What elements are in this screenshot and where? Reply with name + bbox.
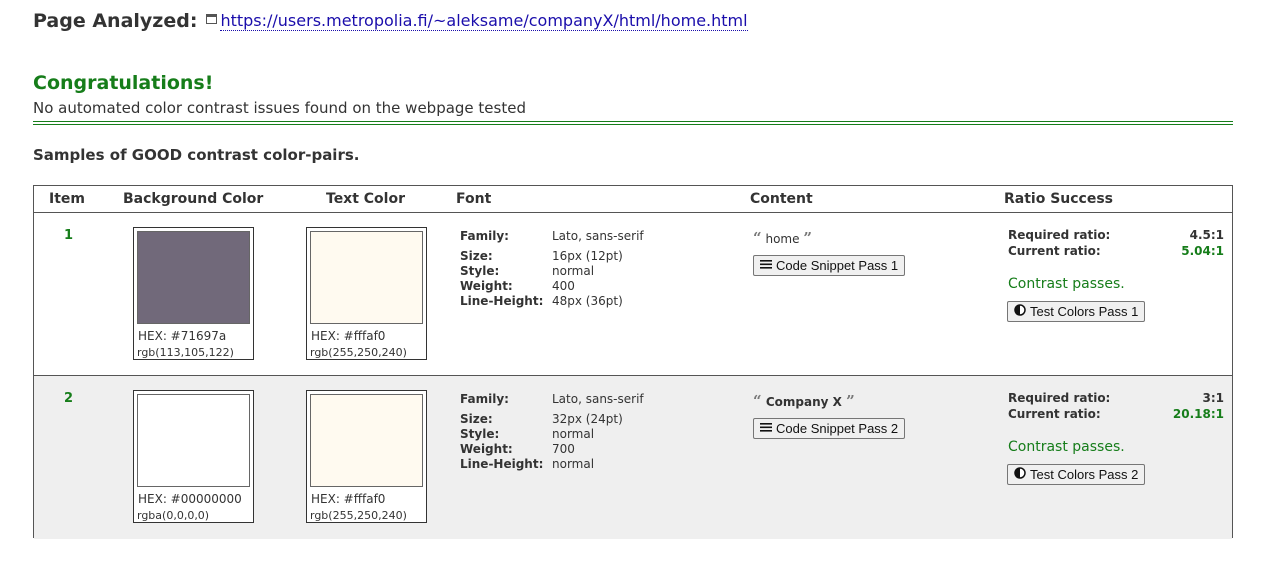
swatch-fill	[310, 231, 423, 324]
code-snippet-button-label: Code Snippet Pass 1	[776, 258, 899, 273]
external-link-icon	[206, 9, 218, 28]
congratulations-title: Congratulations!	[33, 72, 214, 94]
font-style-value: normal	[552, 264, 595, 278]
font-family-value: Lato, sans-serif	[552, 229, 644, 243]
samples-heading: Samples of GOOD contrast color-pairs.	[33, 146, 360, 164]
test-colors-button[interactable]: Test Colors Pass 2	[1007, 464, 1146, 485]
code-snippet-button[interactable]: Code Snippet Pass 1	[753, 255, 906, 276]
swatch-fill	[137, 231, 250, 324]
quote-close-icon: ”	[803, 229, 812, 247]
required-ratio-value: 3:1	[1202, 391, 1225, 405]
divider	[33, 121, 1233, 125]
font-details: Family: Lato, sans-serif Size: 16px (12pt)…	[460, 229, 730, 309]
font-weight-value: 700	[552, 442, 575, 456]
page-analyzed-label: Page Analyzed:	[33, 10, 198, 32]
required-ratio: Required ratio: 4.5:1	[1008, 228, 1224, 243]
font-weight-value: 400	[552, 279, 575, 293]
hex-value: HEX: #fffaf0	[311, 329, 386, 343]
item-number: 1	[64, 228, 74, 243]
background-color-swatch: HEX: #00000000 rgba(0,0,0,0)	[133, 390, 254, 523]
required-ratio: Required ratio: 3:1	[1008, 391, 1224, 406]
test-colors-button-label: Test Colors Pass 2	[1030, 467, 1139, 482]
rgb-value: rgb(255,250,240)	[310, 509, 407, 522]
list-icon	[760, 421, 772, 436]
family-key: Family:	[460, 392, 509, 406]
line-height-key: Line-Height:	[460, 457, 544, 471]
column-background-color: Background Color	[123, 191, 264, 207]
swatch-fill	[137, 394, 250, 487]
size-key: Size:	[460, 249, 493, 263]
rgb-value: rgb(255,250,240)	[310, 346, 407, 359]
page-analyzed-header: Page Analyzed: https://users.metropolia.…	[33, 10, 748, 32]
rgb-value: rgb(113,105,122)	[137, 346, 234, 359]
text-color-swatch: HEX: #fffaf0 rgb(255,250,240)	[306, 390, 427, 523]
line-height-value: normal	[552, 457, 595, 471]
font-size-value: 16px (12pt)	[552, 249, 623, 263]
hex-value: HEX: #00000000	[138, 492, 242, 506]
current-ratio-value: 20.18:1	[1172, 407, 1224, 421]
line-height-value: 48px (36pt)	[552, 294, 623, 308]
required-ratio-value: 4.5:1	[1189, 228, 1224, 242]
column-ratio-success: Ratio Success	[1004, 191, 1114, 207]
column-text-color: Text Color	[326, 191, 405, 207]
contrast-status: Contrast passes.	[1008, 439, 1125, 455]
item-number: 2	[64, 391, 74, 406]
content-sample: “ Company X ”	[753, 392, 855, 410]
size-key: Size:	[460, 412, 493, 426]
hex-value: HEX: #fffaf0	[311, 492, 386, 506]
font-style-value: normal	[552, 427, 595, 441]
font-size-value: 32px (24pt)	[552, 412, 623, 426]
contrast-results-table: Item Background Color Text Color Font Co…	[33, 185, 1233, 539]
result-summary: No automated color contrast issues found…	[33, 99, 526, 117]
required-ratio-label: Required ratio:	[1008, 391, 1111, 405]
line-height-key: Line-Height:	[460, 294, 544, 308]
current-ratio: Current ratio: 5.04:1	[1008, 244, 1224, 259]
font-family-value: Lato, sans-serif	[552, 392, 644, 406]
list-icon	[760, 258, 772, 273]
weight-key: Weight:	[460, 279, 513, 293]
content-sample: “ home ”	[753, 229, 812, 247]
contrast-status: Contrast passes.	[1008, 276, 1125, 292]
quote-open-icon: “	[753, 392, 762, 410]
background-color-swatch: HEX: #71697a rgb(113,105,122)	[133, 227, 254, 360]
hex-value: HEX: #71697a	[138, 329, 227, 343]
text-color-swatch: HEX: #fffaf0 rgb(255,250,240)	[306, 227, 427, 360]
quote-close-icon: ”	[846, 392, 855, 410]
swatch-fill	[310, 394, 423, 487]
content-text: home	[765, 232, 800, 246]
style-key: Style:	[460, 427, 500, 441]
test-colors-button[interactable]: Test Colors Pass 1	[1007, 301, 1146, 322]
contrast-icon	[1014, 304, 1026, 319]
quote-open-icon: “	[753, 229, 762, 247]
rgb-value: rgba(0,0,0,0)	[137, 509, 210, 522]
analyzed-url-link[interactable]: https://users.metropolia.fi/~aleksame/co…	[220, 11, 748, 31]
style-key: Style:	[460, 264, 500, 278]
weight-key: Weight:	[460, 442, 513, 456]
table-row: 2 HEX: #00000000 rgba(0,0,0,0) HEX: #fff…	[34, 376, 1232, 539]
table-row: 1 HEX: #71697a rgb(113,105,122) HEX: #ff…	[34, 213, 1232, 376]
font-details: Family: Lato, sans-serif Size: 32px (24pt)…	[460, 392, 730, 472]
code-snippet-button[interactable]: Code Snippet Pass 2	[753, 418, 906, 439]
column-content: Content	[750, 191, 813, 207]
test-colors-button-label: Test Colors Pass 1	[1030, 304, 1139, 319]
code-snippet-button-label: Code Snippet Pass 2	[776, 421, 899, 436]
current-ratio-value: 5.04:1	[1181, 244, 1224, 258]
contrast-icon	[1014, 467, 1026, 482]
family-key: Family:	[460, 229, 509, 243]
current-ratio: Current ratio: 20.18:1	[1008, 407, 1224, 422]
content-text: Company X	[765, 395, 842, 409]
table-header: Item Background Color Text Color Font Co…	[34, 186, 1232, 213]
required-ratio-label: Required ratio:	[1008, 228, 1111, 242]
column-font: Font	[456, 191, 492, 207]
column-item: Item	[49, 191, 85, 207]
current-ratio-label: Current ratio:	[1008, 407, 1101, 421]
current-ratio-label: Current ratio:	[1008, 244, 1101, 258]
